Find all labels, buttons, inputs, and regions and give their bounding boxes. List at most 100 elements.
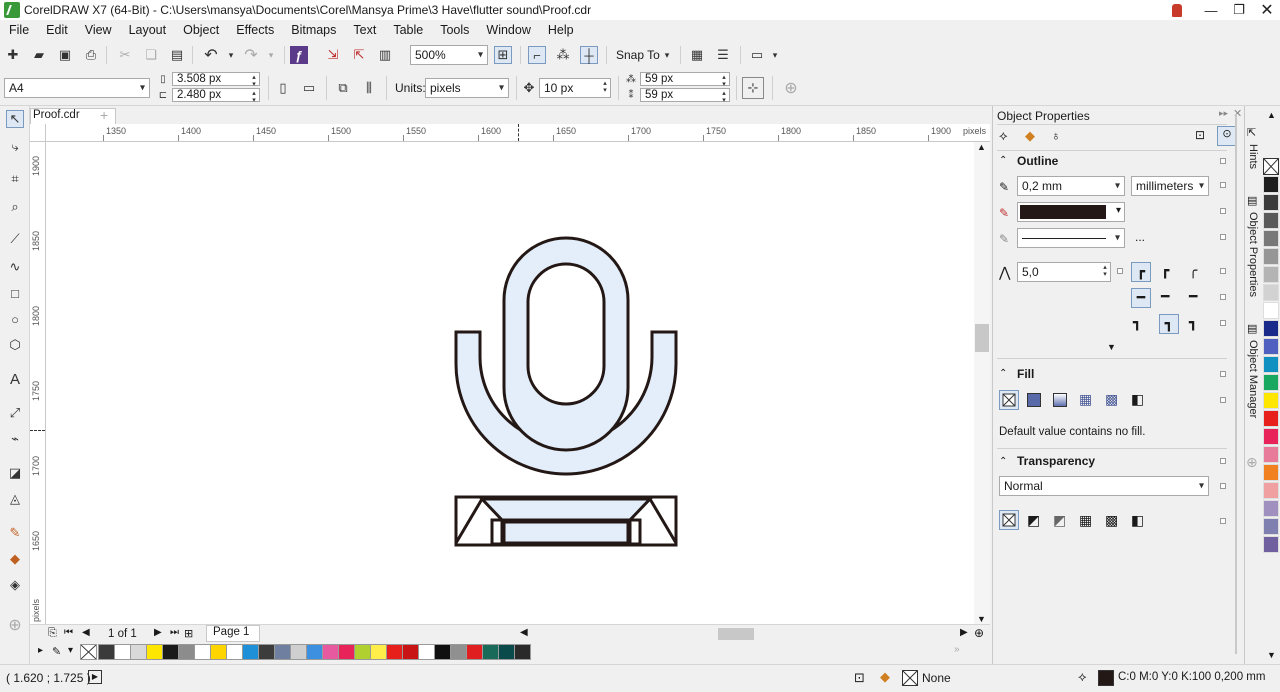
palette-swatch[interactable] <box>434 644 451 660</box>
square-cap-icon[interactable]: ━ <box>1189 288 1197 305</box>
fountain-transparency-icon[interactable]: ◩ <box>1053 512 1066 529</box>
cut-icon[interactable]: ✂ <box>116 46 134 64</box>
freehand-tool-icon[interactable]: ⟋ <box>6 230 24 248</box>
palette-swatch[interactable] <box>498 644 515 660</box>
undo-dropdown-icon[interactable]: ▾ <box>222 46 240 64</box>
grid-icon[interactable]: ⁂ <box>554 46 572 64</box>
crop-tool-icon[interactable]: ⌗ <box>6 170 24 188</box>
outside-stroke-icon[interactable]: ┓ <box>1133 314 1141 331</box>
transparency-mode-select[interactable]: Normal <box>999 476 1209 496</box>
fill-pin[interactable] <box>1220 371 1226 377</box>
no-color-swatch[interactable] <box>80 644 97 660</box>
miter-join-icon[interactable]: ┏ <box>1131 262 1151 282</box>
pattern-fill-icon[interactable]: ▦ <box>1079 391 1092 408</box>
shape-tool-icon[interactable]: ⤷ <box>6 138 24 156</box>
horizontal-scroll-thumb[interactable] <box>718 628 754 640</box>
rulers-icon[interactable]: ⌐ <box>528 46 546 64</box>
side-palette-swatch[interactable] <box>1263 356 1279 373</box>
page-tab[interactable]: Page 1 <box>206 625 260 642</box>
interactive-fill-icon[interactable]: ◆ <box>6 550 24 568</box>
new-document-icon[interactable]: ✚ <box>4 46 22 64</box>
scroll-down-icon[interactable]: ▼ <box>977 614 986 624</box>
side-palette-swatch[interactable] <box>1263 428 1279 445</box>
docker-export-icon[interactable]: ⊡ <box>1195 128 1205 142</box>
status-no-fill-icon[interactable] <box>902 670 918 686</box>
palette-up-icon[interactable]: ▲ <box>1267 110 1276 120</box>
menu-layout[interactable]: Layout <box>129 23 167 37</box>
smart-fill-icon[interactable]: ◈ <box>6 576 24 594</box>
drawing-canvas[interactable] <box>46 142 974 624</box>
copy-icon[interactable]: ❏ <box>142 46 160 64</box>
horizontal-ruler[interactable]: 1350 1400 1450 1500 1550 1600 1650 1700 1750 1800… <box>46 124 990 142</box>
side-palette-swatch[interactable] <box>1263 482 1279 499</box>
pick-tool-icon[interactable]: ↖ <box>6 110 24 128</box>
connector-tool-icon[interactable]: ⌁ <box>6 430 24 448</box>
app-launcher-icon[interactable]: ☰ <box>714 46 732 64</box>
first-page-icon[interactable]: ⏮ <box>64 627 73 638</box>
palette-swatch[interactable] <box>290 644 307 660</box>
undo-icon[interactable]: ↶ <box>202 46 220 64</box>
miter-limit-input[interactable]: 5,0 <box>1017 262 1111 282</box>
add-docker-icon[interactable]: ⊕ <box>1246 454 1258 471</box>
menu-text[interactable]: Text <box>353 23 376 37</box>
current-page-icon[interactable]: ⫼ <box>360 79 378 97</box>
print-icon[interactable]: ⎙ <box>82 46 100 64</box>
outline-color-picker[interactable]: ▾ <box>1017 202 1125 222</box>
side-palette-swatch[interactable] <box>1263 536 1279 553</box>
export-icon[interactable]: ⇱ <box>350 46 368 64</box>
two-color-transparency-icon[interactable]: ◧ <box>1131 512 1144 529</box>
scroll-left-icon[interactable]: ◀ <box>520 627 528 638</box>
palette-swatch[interactable] <box>162 644 179 660</box>
object-manager-tab[interactable]: Object Manager <box>1247 340 1259 418</box>
palette-swatch[interactable] <box>226 644 243 660</box>
duplicate-y-input[interactable]: 59 px <box>640 88 730 103</box>
status-outline-swatch[interactable] <box>1098 670 1114 686</box>
outline-expand-icon[interactable]: ▼ <box>1107 342 1116 352</box>
minimize-button[interactable]: — <box>1196 0 1226 20</box>
side-palette-swatch[interactable] <box>1263 230 1279 247</box>
docker-scrollbar[interactable] <box>1235 114 1237 654</box>
zoom-fit-icon[interactable]: ⊞ <box>494 46 512 64</box>
page-size-select[interactable]: A4 <box>4 78 150 98</box>
menu-help[interactable]: Help <box>548 23 574 37</box>
round-join-icon[interactable]: ┏ <box>1161 262 1169 279</box>
rectangle-tool-icon[interactable]: □ <box>6 284 24 302</box>
stroke-position-pin[interactable] <box>1220 320 1226 326</box>
palette-swatch[interactable] <box>210 644 227 660</box>
add-page-icon[interactable]: ⊞ <box>184 627 193 640</box>
palette-swatch[interactable] <box>354 644 371 660</box>
butt-cap-icon[interactable]: ━ <box>1131 288 1151 308</box>
welcome-screen-icon[interactable]: ▭ <box>748 46 766 64</box>
new-tab-icon[interactable]: + <box>100 107 108 123</box>
palette-swatch[interactable] <box>114 644 131 660</box>
side-palette-swatch[interactable] <box>1263 320 1279 337</box>
fill-tab-icon[interactable]: ◆ <box>1025 128 1035 144</box>
side-palette-swatch[interactable] <box>1263 284 1279 301</box>
add-tool-icon[interactable]: ⊕ <box>6 616 24 634</box>
side-palette-swatch[interactable] <box>1263 194 1279 211</box>
status-play-icon[interactable]: ▶ <box>88 670 102 684</box>
close-button[interactable]: ✕ <box>1252 0 1280 20</box>
bevel-join-icon[interactable]: ╭ <box>1189 262 1197 279</box>
drop-shadow-icon[interactable]: ◪ <box>6 464 24 482</box>
landscape-icon[interactable]: ▭ <box>300 79 318 97</box>
hints-tab[interactable]: Hints <box>1247 144 1259 169</box>
outline-width-pin[interactable] <box>1220 182 1226 188</box>
side-palette-swatch[interactable] <box>1263 302 1279 319</box>
color-proof-icon[interactable]: ⊡ <box>854 670 865 686</box>
palette-swatch[interactable] <box>482 644 499 660</box>
palette-swatch[interactable] <box>450 644 467 660</box>
palette-swatch[interactable] <box>418 644 435 660</box>
palette-swatch[interactable] <box>514 644 531 660</box>
outline-pin[interactable] <box>1220 158 1226 164</box>
outline-tab-icon[interactable]: ⟡ <box>999 128 1008 144</box>
scroll-right-icon[interactable]: ▶ <box>960 627 968 638</box>
inside-stroke-icon[interactable]: ┓ <box>1189 314 1197 331</box>
palette-swatch[interactable] <box>338 644 355 660</box>
ellipse-tool-icon[interactable]: ○ <box>6 310 24 328</box>
outline-units-select[interactable]: millimeters <box>1131 176 1209 196</box>
publish-pdf-icon[interactable]: ▥ <box>376 46 394 64</box>
vertical-scrollbar[interactable]: ▲ ▼ <box>974 142 990 624</box>
save-icon[interactable]: ▣ <box>56 46 74 64</box>
miter-pin[interactable] <box>1117 268 1123 274</box>
